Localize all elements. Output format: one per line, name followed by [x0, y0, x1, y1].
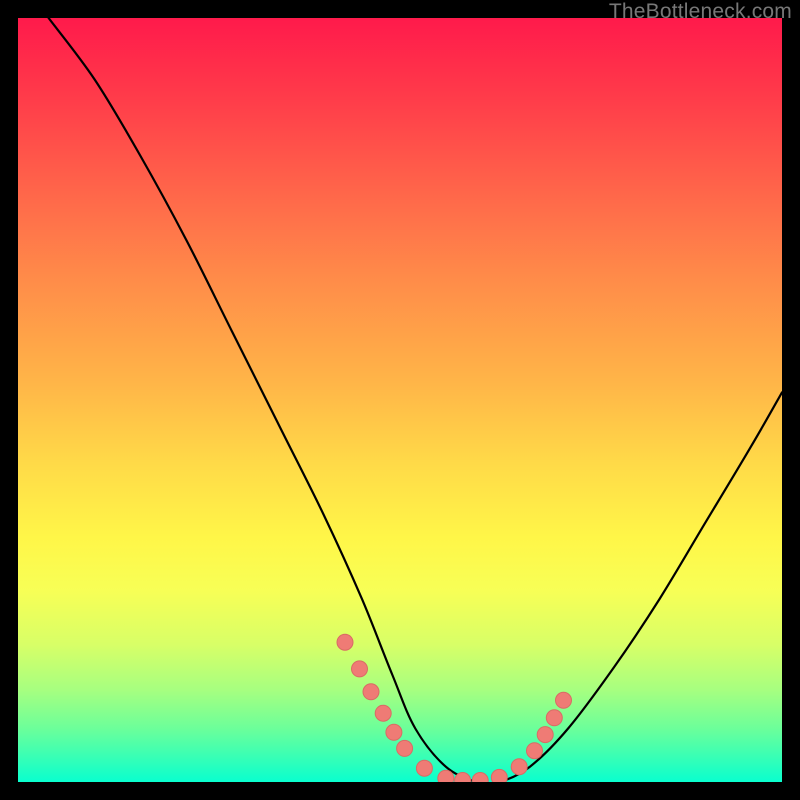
- highlight-dot: [386, 724, 402, 740]
- highlight-dot: [375, 705, 391, 721]
- highlight-dot: [397, 740, 413, 756]
- highlight-dot: [491, 769, 507, 782]
- highlight-dot: [438, 770, 454, 782]
- highlight-dot: [527, 743, 543, 759]
- highlight-dot: [363, 684, 379, 700]
- highlight-dot: [511, 759, 527, 775]
- bottleneck-curve: [49, 18, 782, 782]
- highlight-dot: [556, 692, 572, 708]
- highlight-dot: [546, 710, 562, 726]
- plot-area: [18, 18, 782, 782]
- highlight-dot: [416, 760, 432, 776]
- highlight-dot: [537, 727, 553, 743]
- highlight-dot: [472, 773, 488, 783]
- chart-svg: [18, 18, 782, 782]
- highlight-dot-group: [337, 634, 572, 782]
- highlight-dot: [352, 661, 368, 677]
- chart-stage: TheBottleneck.com: [0, 0, 800, 800]
- highlight-dot: [337, 634, 353, 650]
